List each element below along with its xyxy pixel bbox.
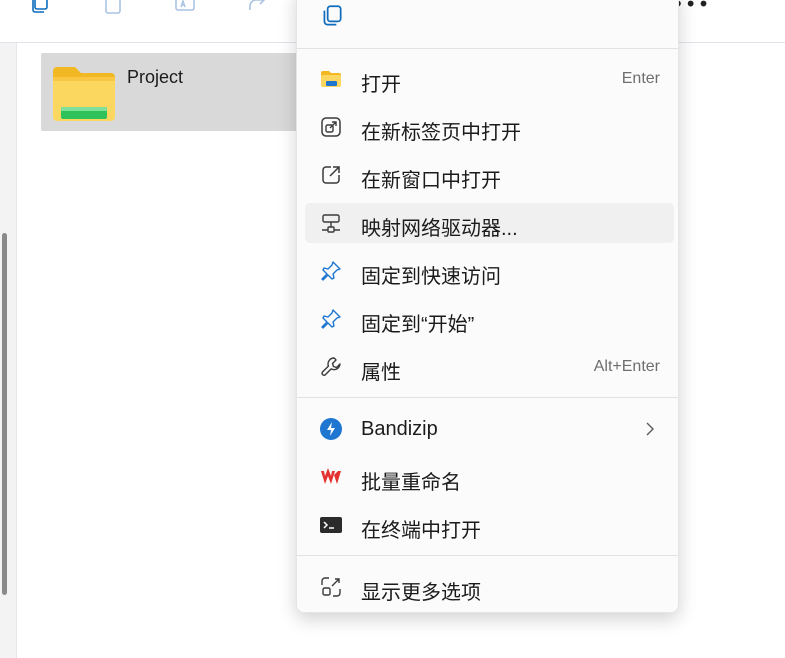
menu-item-label: 在新窗口中打开 bbox=[361, 170, 501, 192]
menu-item-batch-rename[interactable]: 批量重命名 bbox=[305, 457, 674, 497]
menu-item-open[interactable]: 打开 Enter bbox=[305, 59, 674, 99]
menu-item-label: 固定到“开始” bbox=[361, 314, 475, 336]
pin-icon bbox=[319, 307, 343, 331]
wrench-icon bbox=[319, 355, 343, 379]
menu-item-map-network-drive[interactable]: 映射网络驱动器... bbox=[305, 203, 674, 243]
network-drive-icon bbox=[319, 211, 343, 235]
open-new-window-icon bbox=[319, 163, 343, 187]
pin-icon bbox=[319, 259, 343, 283]
menu-item-label: 显示更多选项 bbox=[361, 582, 481, 604]
rename-icon[interactable] bbox=[173, 0, 197, 16]
menu-item-label: 批量重命名 bbox=[361, 472, 461, 494]
wps-icon bbox=[319, 465, 343, 489]
copy-icon[interactable] bbox=[28, 0, 52, 16]
menu-item-label: 在新标签页中打开 bbox=[361, 122, 521, 144]
menu-item-label: Bandizip bbox=[361, 418, 438, 440]
chevron-right-icon bbox=[644, 419, 656, 439]
bandizip-icon bbox=[319, 417, 343, 441]
menu-separator bbox=[297, 555, 678, 556]
menu-item-open-new-window[interactable]: 在新窗口中打开 bbox=[305, 155, 674, 195]
open-new-tab-icon bbox=[319, 115, 343, 139]
menu-item-label: 映射网络驱动器... bbox=[361, 218, 518, 240]
folder-name: Project bbox=[127, 67, 184, 87]
menu-item-pin-start[interactable]: 固定到“开始” bbox=[305, 299, 674, 339]
navigation-scrollbar[interactable] bbox=[2, 233, 7, 595]
folder-item-project[interactable]: Project bbox=[41, 53, 303, 131]
menu-item-label: 在终端中打开 bbox=[361, 520, 481, 542]
copy-icon[interactable] bbox=[319, 3, 345, 29]
menu-item-open-new-tab[interactable]: 在新标签页中打开 bbox=[305, 107, 674, 147]
menu-item-open-in-terminal[interactable]: 在终端中打开 bbox=[305, 505, 674, 545]
folder-icon bbox=[319, 67, 343, 91]
menu-item-show-more-options[interactable]: 显示更多选项 bbox=[305, 567, 674, 607]
menu-item-label: 属性 bbox=[361, 362, 401, 384]
menu-item-bandizip[interactable]: Bandizip bbox=[305, 409, 674, 449]
menu-item-properties[interactable]: 属性 Alt+Enter bbox=[305, 347, 674, 387]
share-icon[interactable] bbox=[245, 0, 269, 16]
show-more-icon bbox=[319, 575, 343, 599]
folder-icon bbox=[51, 63, 117, 125]
menu-item-label: 打开 bbox=[361, 74, 401, 96]
paste-icon[interactable] bbox=[101, 0, 125, 16]
terminal-icon bbox=[319, 513, 343, 537]
shortcut-text: Enter bbox=[621, 70, 660, 87]
shortcut-text: Alt+Enter bbox=[593, 358, 660, 375]
context-menu: 打开 Enter 在新标签页中打开 在新窗口中打开 映射网络驱动器... 固定到… bbox=[296, 0, 679, 613]
menu-separator bbox=[297, 48, 678, 49]
menu-separator bbox=[297, 397, 678, 398]
menu-item-label: 固定到快速访问 bbox=[361, 266, 501, 288]
menu-item-pin-quick-access[interactable]: 固定到快速访问 bbox=[305, 251, 674, 291]
